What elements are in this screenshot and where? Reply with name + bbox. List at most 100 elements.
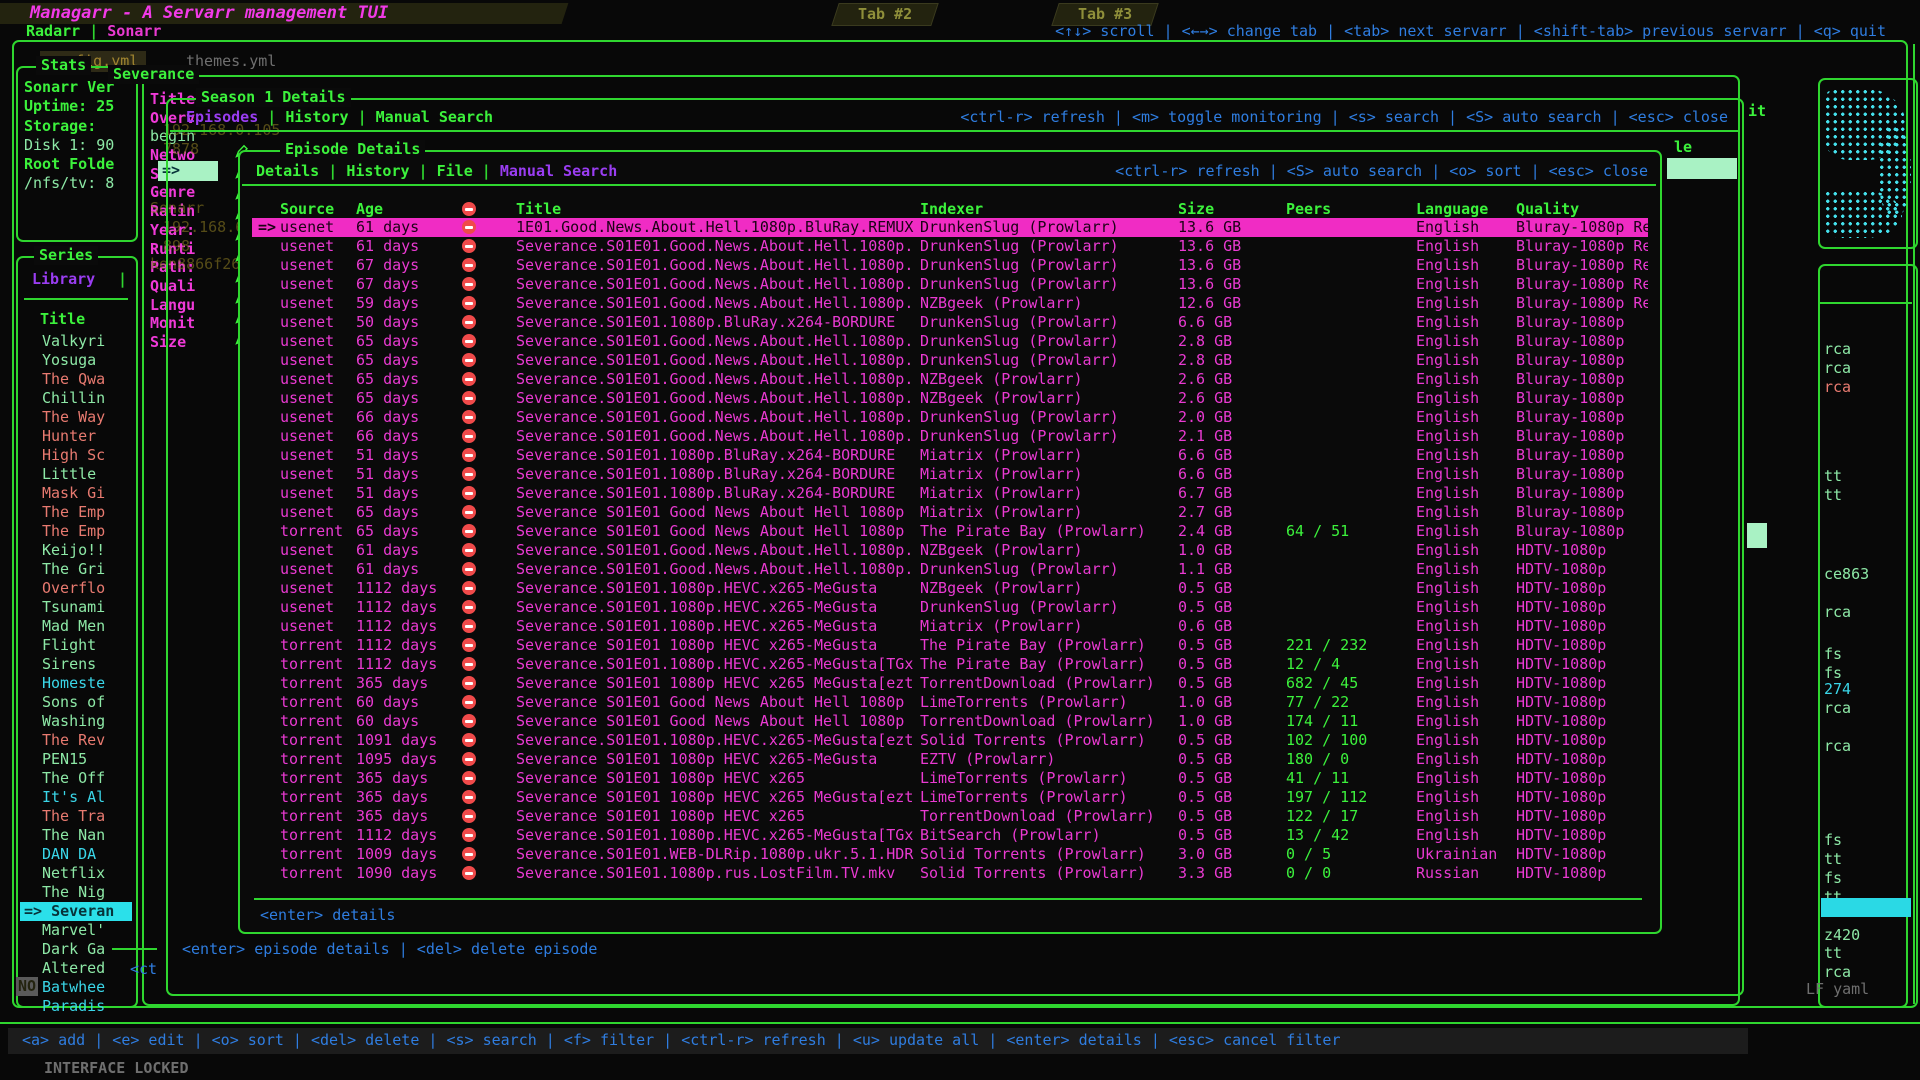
- series-list-item[interactable]: The Emp: [20, 503, 132, 522]
- release-row[interactable]: usenet51 daysSeverance.S01E01.1080p.BluR…: [252, 465, 1648, 484]
- series-list-item[interactable]: High Sc: [20, 446, 132, 465]
- series-list-item[interactable]: Yosuga: [20, 351, 132, 370]
- details-scrollbar-thumb[interactable]: [1747, 523, 1767, 548]
- column-header[interactable]: Title: [516, 200, 920, 219]
- column-header[interactable]: Source: [280, 200, 356, 219]
- release-row[interactable]: usenet51 daysSeverance.S01E01.1080p.BluR…: [252, 484, 1648, 503]
- release-row[interactable]: usenet59 daysSeverance.S01E01.Good.News.…: [252, 294, 1648, 313]
- series-list-item[interactable]: Chillin: [20, 389, 132, 408]
- series-list-item[interactable]: Homeste: [20, 674, 132, 693]
- release-row[interactable]: torrent1112 daysSeverance S01E01 1080p H…: [252, 636, 1648, 655]
- series-list-item[interactable]: DAN DA: [20, 845, 132, 864]
- release-row[interactable]: torrent1112 daysSeverance.S01E01.1080p.H…: [252, 826, 1648, 845]
- series-list-item[interactable]: Washing: [20, 712, 132, 731]
- release-row[interactable]: usenet66 daysSeverance.S01E01.Good.News.…: [252, 427, 1648, 446]
- season-tab-history[interactable]: History: [285, 108, 348, 127]
- release-row[interactable]: torrent65 daysSeverance S01E01 Good News…: [252, 522, 1648, 541]
- release-row[interactable]: usenet1112 daysSeverance.S01E01.1080p.HE…: [252, 598, 1648, 617]
- episode-tab-manual-search[interactable]: Manual Search: [500, 162, 617, 181]
- release-row[interactable]: usenet65 daysSeverance.S01E01.Good.News.…: [252, 351, 1648, 370]
- release-cell: 365 days: [356, 807, 462, 826]
- series-list-item[interactable]: Paradis: [20, 997, 132, 1016]
- series-list-item[interactable]: The Emp: [20, 522, 132, 541]
- release-row[interactable]: usenet1112 daysSeverance.S01E01.1080p.HE…: [252, 617, 1648, 636]
- release-row[interactable]: torrent1009 daysSeverance.S01E01.WEB-DLR…: [252, 845, 1648, 864]
- series-list-item[interactable]: Sirens: [20, 655, 132, 674]
- release-row[interactable]: usenet66 daysSeverance.S01E01.Good.News.…: [252, 408, 1648, 427]
- episode-tab-details[interactable]: Details: [256, 162, 319, 181]
- column-header[interactable]: Size: [1178, 200, 1286, 219]
- release-row[interactable]: usenet1112 daysSeverance.S01E01.1080p.HE…: [252, 579, 1648, 598]
- release-row[interactable]: torrent1091 daysSeverance.S01E01.1080p.H…: [252, 731, 1648, 750]
- release-row[interactable]: =>usenet61 days1E01.Good.News.About.Hell…: [252, 218, 1648, 237]
- column-header[interactable]: Language: [1416, 200, 1516, 219]
- release-row[interactable]: torrent60 daysSeverance S01E01 Good News…: [252, 712, 1648, 731]
- release-row[interactable]: usenet61 daysSeverance.S01E01.Good.News.…: [252, 560, 1648, 579]
- series-list-item[interactable]: The Off: [20, 769, 132, 788]
- release-row[interactable]: usenet61 daysSeverance.S01E01.Good.News.…: [252, 541, 1648, 560]
- season-scrollbar-thumb[interactable]: [1667, 158, 1737, 179]
- series-list-item[interactable]: Mask Gi: [20, 484, 132, 503]
- release-cell: [1286, 408, 1416, 427]
- release-row[interactable]: usenet61 daysSeverance.S01E01.Good.News.…: [252, 237, 1648, 256]
- release-cell: 0.5 GB: [1178, 788, 1286, 807]
- release-cell: 2.4 GB: [1178, 522, 1286, 541]
- series-list-item[interactable]: Altered: [20, 959, 132, 978]
- series-list-item[interactable]: Tsunami: [20, 598, 132, 617]
- release-row[interactable]: usenet65 daysSeverance.S01E01.Good.News.…: [252, 389, 1648, 408]
- series-list-item[interactable]: Flight: [20, 636, 132, 655]
- series-list-item[interactable]: The Qwa: [20, 370, 132, 389]
- series-list-item[interactable]: PEN15: [20, 750, 132, 769]
- series-list-item[interactable]: Keijo!!: [20, 541, 132, 560]
- series-list-item[interactable]: Valkyri: [20, 332, 132, 351]
- column-header[interactable]: Age: [356, 200, 462, 219]
- season-tab-manual-search[interactable]: Manual Search: [376, 108, 493, 127]
- release-row[interactable]: usenet67 daysSeverance.S01E01.Good.News.…: [252, 256, 1648, 275]
- series-list-item[interactable]: Overflo: [20, 579, 132, 598]
- series-list-item[interactable]: => Severan: [20, 902, 132, 921]
- release-row[interactable]: torrent60 daysSeverance S01E01 Good News…: [252, 693, 1648, 712]
- column-header[interactable]: Quality: [1516, 200, 1676, 219]
- release-row[interactable]: torrent365 daysSeverance S01E01 1080p HE…: [252, 807, 1648, 826]
- series-list-item[interactable]: The Nig: [20, 883, 132, 902]
- release-row[interactable]: usenet65 daysSeverance S01E01 Good News …: [252, 503, 1648, 522]
- episode-tab-file[interactable]: File: [437, 162, 473, 181]
- series-list-item[interactable]: The Rev: [20, 731, 132, 750]
- episode-tab-history[interactable]: History: [346, 162, 409, 181]
- series-list-item[interactable]: The Nan: [20, 826, 132, 845]
- series-list-item[interactable]: Netflix: [20, 864, 132, 883]
- release-row[interactable]: torrent365 daysSeverance S01E01 1080p HE…: [252, 769, 1648, 788]
- release-row[interactable]: usenet65 daysSeverance.S01E01.Good.News.…: [252, 332, 1648, 351]
- servarr-tab-radarr[interactable]: Radarr: [26, 22, 80, 40]
- series-list-item[interactable]: Mad Men: [20, 617, 132, 636]
- series-list-item[interactable]: Marvel': [20, 921, 132, 940]
- column-header[interactable]: [462, 200, 516, 219]
- series-list-item[interactable]: The Tra: [20, 807, 132, 826]
- release-cell: English: [1416, 465, 1516, 484]
- servarr-tab-sonarr[interactable]: Sonarr: [107, 22, 161, 40]
- release-row[interactable]: torrent1112 daysSeverance.S01E01.1080p.H…: [252, 655, 1648, 674]
- series-list-item[interactable]: It's Al: [20, 788, 132, 807]
- column-header[interactable]: Indexer: [920, 200, 1178, 219]
- series-list-item[interactable]: Hunter: [20, 427, 132, 446]
- column-header[interactable]: Peers: [1286, 200, 1416, 219]
- release-row[interactable]: torrent1090 daysSeverance.S01E01.1080p.r…: [252, 864, 1648, 883]
- series-list-item[interactable]: The Gri: [20, 560, 132, 579]
- release-row[interactable]: usenet51 daysSeverance.S01E01.1080p.BluR…: [252, 446, 1648, 465]
- release-row[interactable]: torrent365 daysSeverance S01E01 1080p HE…: [252, 674, 1648, 693]
- release-row[interactable]: usenet65 daysSeverance.S01E01.Good.News.…: [252, 370, 1648, 389]
- release-cell: [462, 655, 516, 674]
- right-list-selected-bar[interactable]: [1821, 898, 1911, 917]
- release-row[interactable]: usenet67 daysSeverance.S01E01.Good.News.…: [252, 275, 1648, 294]
- series-list-item[interactable]: Sons of: [20, 693, 132, 712]
- series-list-item[interactable]: The Way: [20, 408, 132, 427]
- release-row[interactable]: torrent1095 daysSeverance S01E01 1080p H…: [252, 750, 1648, 769]
- season-tab-episodes[interactable]: Episodes: [186, 108, 258, 127]
- release-row[interactable]: torrent365 daysSeverance S01E01 1080p HE…: [252, 788, 1648, 807]
- series-list-item[interactable]: Little: [20, 465, 132, 484]
- release-row[interactable]: usenet50 daysSeverance.S01E01.1080p.BluR…: [252, 313, 1648, 332]
- tab-library[interactable]: Library: [32, 270, 95, 289]
- release-cell: usenet: [280, 503, 356, 522]
- selected-row-marker: =>: [258, 218, 276, 237]
- release-cell: 365 days: [356, 788, 462, 807]
